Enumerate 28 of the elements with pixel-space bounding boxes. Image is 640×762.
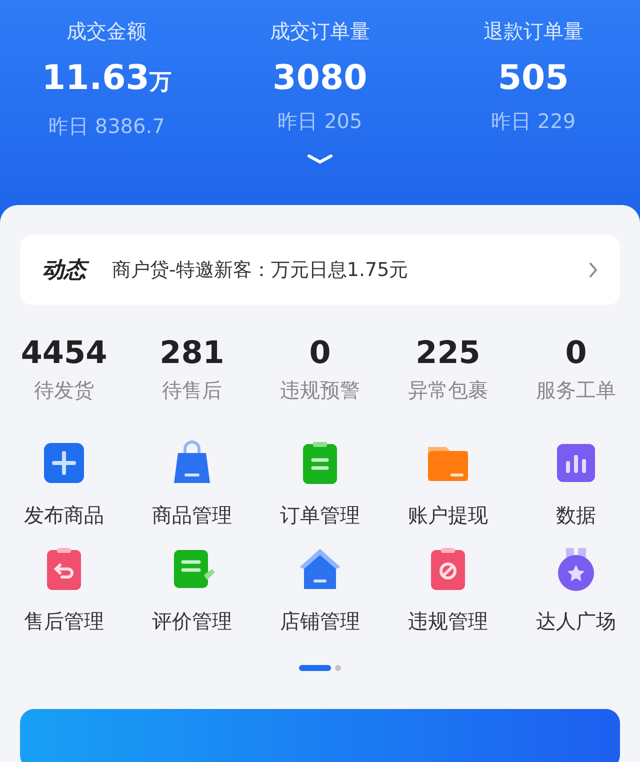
yesterday-value: 昨日 8386.7: [48, 113, 165, 140]
tool-label[interactable]: 店铺管理: [280, 607, 360, 635]
yesterday-value: 昨日 229: [491, 108, 576, 135]
tool-label[interactable]: 评价管理: [152, 607, 232, 635]
tool-label[interactable]: 违规管理: [408, 607, 488, 635]
metric-value: 505: [498, 57, 569, 100]
stat-value[interactable]: 225: [416, 333, 480, 373]
chevron-right-icon: [588, 261, 598, 279]
expand-chevron-icon[interactable]: [306, 153, 334, 165]
metric-value: 11.63万: [42, 57, 172, 100]
news-text: 商户贷-特邀新客：万元日息1.75元: [112, 258, 410, 283]
news-card[interactable]: 动态 商户贷-特邀新客：万元日息1.75元: [20, 235, 620, 305]
tool-label[interactable]: 账户提现: [408, 501, 488, 529]
metric-label: 退款订单量: [483, 18, 584, 45]
metric-label: 成交金额: [66, 18, 147, 45]
metric-value: 3080: [272, 57, 368, 100]
stat-value[interactable]: 4454: [20, 333, 108, 373]
tool-label[interactable]: 售后管理: [24, 607, 104, 635]
tool-label[interactable]: 达人广场: [536, 607, 616, 635]
stat-value[interactable]: 281: [160, 333, 224, 373]
tool-label[interactable]: 商品管理: [152, 501, 232, 529]
yesterday-value: 昨日 205: [278, 108, 362, 135]
tool-label[interactable]: 发布商品: [24, 501, 104, 529]
tool-label[interactable]: 数据: [556, 501, 596, 529]
metric-label: 成交订单量: [270, 18, 370, 45]
stat-value[interactable]: 0: [309, 333, 331, 373]
stat-value[interactable]: 0: [565, 333, 587, 373]
tool-label[interactable]: 订单管理: [280, 501, 360, 529]
